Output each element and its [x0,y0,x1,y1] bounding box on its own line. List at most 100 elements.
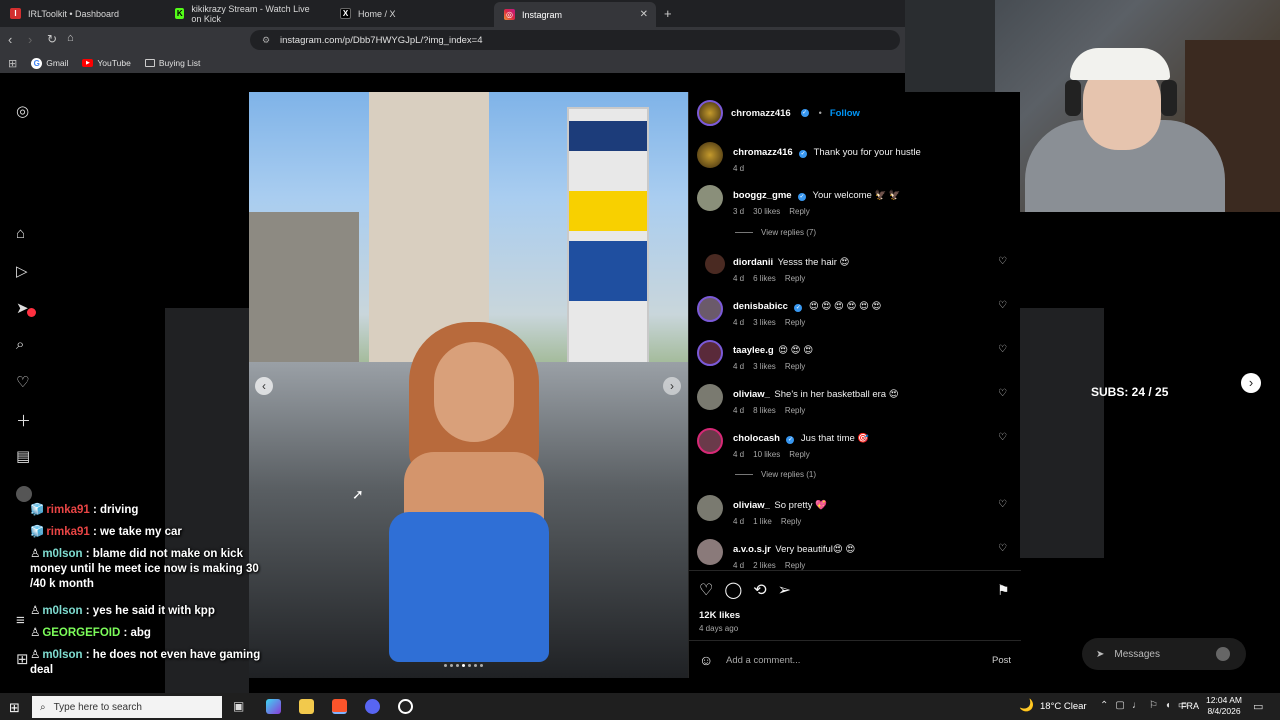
messages-button[interactable]: ➤ Messages [1082,638,1246,670]
like-comment-icon[interactable]: ♡ [998,344,1007,355]
home-nav-icon[interactable]: ⌂ [16,225,25,242]
profile-avatar[interactable] [16,486,32,502]
emoji-icon[interactable]: ☺ [699,652,713,668]
commenter-avatar[interactable] [697,539,723,565]
reply-button[interactable]: Reply [785,318,805,327]
comment-likes[interactable]: 3 likes [753,362,776,371]
post-image[interactable]: ‹ › [249,92,688,678]
comment-likes[interactable]: 3 likes [753,318,776,327]
view-replies-button[interactable]: View replies (7) [735,228,816,237]
site-info-icon[interactable]: ⚙ [262,35,270,46]
like-icon[interactable]: ♡ [699,580,713,600]
likes-count[interactable]: 12K likes [699,610,740,621]
like-comment-icon[interactable]: ♡ [998,256,1007,267]
activity-nav-icon[interactable]: ♡ [16,373,29,391]
obs-icon[interactable] [398,699,413,714]
author-name[interactable]: chromazz416 [731,108,791,119]
tab-irltoolkit[interactable]: I IRLToolkit • Dashboard [0,0,165,27]
commenter-avatar[interactable] [697,428,723,454]
save-icon[interactable]: ⚑ [997,582,1010,599]
taskbar-search-input[interactable]: ⌕ Type here to search [32,696,222,718]
commenter-avatar[interactable] [697,340,723,366]
more-menu-icon[interactable]: ≡ [16,612,25,629]
instagram-logo-icon[interactable]: ◎ [16,102,29,120]
commenter-name[interactable]: taaylee.g [733,345,774,356]
reply-button[interactable]: Reply [785,561,805,570]
comment-likes[interactable]: 6 likes [753,274,776,283]
tab-instagram[interactable]: ◎ Instagram ✕ [494,2,656,27]
commenter-name[interactable]: booggz_gme [733,190,792,201]
back-icon[interactable]: ‹ [8,32,12,47]
task-view-icon[interactable]: ▣ [233,699,244,713]
new-tab-button[interactable]: + [664,6,672,21]
comment-likes[interactable]: 30 likes [753,207,780,216]
bookmark-buying-list[interactable]: Buying List [144,58,200,68]
mic-icon[interactable]: ♩ [1132,700,1142,711]
home-icon[interactable]: ⌂ [67,32,74,44]
also-from-meta-icon[interactable]: ⊞ [16,650,29,668]
insights-nav-icon[interactable]: ▤ [16,447,30,465]
forward-icon[interactable]: › [28,32,32,47]
windows-start-icon[interactable]: ⊞ [9,700,20,716]
commenter-avatar[interactable] [697,495,723,521]
commenter-avatar[interactable] [697,384,723,410]
carousel-prev-icon[interactable]: ‹ [255,377,273,395]
commenter-name[interactable]: oliviaw_ [733,389,770,400]
like-comment-icon[interactable]: ♡ [998,432,1007,443]
create-nav-icon[interactable]: ＋ [16,410,31,431]
meet-icon[interactable]: ▢ [1115,700,1124,711]
close-icon[interactable]: ✕ [640,9,648,20]
bookmark-youtube[interactable]: ▶ YouTube [82,58,131,68]
comment-likes[interactable]: 2 likes [753,561,776,570]
like-comment-icon[interactable]: ♡ [998,543,1007,554]
chevron-up-icon[interactable]: ⌃ [1100,700,1108,711]
view-replies-button[interactable]: View replies (1) [735,470,816,479]
author-avatar[interactable] [697,100,723,126]
url-field[interactable]: ⚙ instagram.com/p/Dbb7HWYGJpL/?img_index… [250,30,900,50]
volume-icon[interactable]: ◖ [1165,700,1171,711]
post-comment-button[interactable]: Post [992,655,1011,666]
commenter-name[interactable]: cholocash [733,433,780,444]
comment-likes[interactable]: 10 likes [753,450,780,459]
weather-text[interactable]: 18°C Clear [1040,701,1087,712]
add-comment-input[interactable]: Add a comment... [726,655,800,666]
network-icon[interactable]: ⚐ [1149,700,1158,711]
commenter-avatar[interactable] [705,254,725,274]
reels-nav-icon[interactable]: ▷ [16,262,28,280]
reply-button[interactable]: Reply [785,406,805,415]
comment-likes[interactable]: 8 likes [753,406,776,415]
repost-icon[interactable]: ⟲ [753,580,766,600]
copilot-icon[interactable] [266,699,281,714]
like-comment-icon[interactable]: ♡ [998,388,1007,399]
reply-button[interactable]: Reply [789,450,809,459]
language-indicator[interactable]: FRA [1181,701,1199,711]
comment-icon[interactable]: ◯ [724,580,742,600]
like-comment-icon[interactable]: ♡ [998,499,1007,510]
tab-kick[interactable]: K kikikrazy Stream - Watch Live on Kick [165,0,330,27]
reply-button[interactable]: Reply [785,362,805,371]
share-icon[interactable]: ➢ [778,580,791,600]
commenter-name[interactable]: a.v.o.s.jr [733,544,771,555]
reply-button[interactable]: Reply [781,517,801,526]
file-explorer-icon[interactable] [299,699,314,714]
carousel-next-icon[interactable]: › [663,377,681,395]
brave-browser-icon[interactable] [332,699,347,714]
commenter-name[interactable]: chromazz416 [733,147,793,158]
reload-icon[interactable]: ↻ [47,32,57,46]
next-post-icon[interactable]: › [1241,373,1261,393]
commenter-avatar[interactable] [697,185,723,211]
commenter-avatar[interactable] [697,296,723,322]
commenter-name[interactable]: oliviaw_ [733,500,770,511]
bookmark-gmail[interactable]: G Gmail [31,57,68,69]
commenter-name[interactable]: diordanii [733,257,773,268]
search-nav-icon[interactable]: ⌕ [16,336,24,353]
clock[interactable]: 12:04 AM 8/4/2026 [1206,695,1242,717]
follow-button[interactable]: Follow [830,108,860,119]
reply-button[interactable]: Reply [785,274,805,283]
notifications-icon[interactable]: ▭ [1253,700,1263,713]
discord-icon[interactable] [365,699,380,714]
commenter-avatar[interactable] [697,142,723,168]
like-comment-icon[interactable]: ♡ [998,300,1007,311]
tab-x[interactable]: X Home / X [330,0,495,27]
commenter-name[interactable]: denisbabicc [733,301,788,312]
